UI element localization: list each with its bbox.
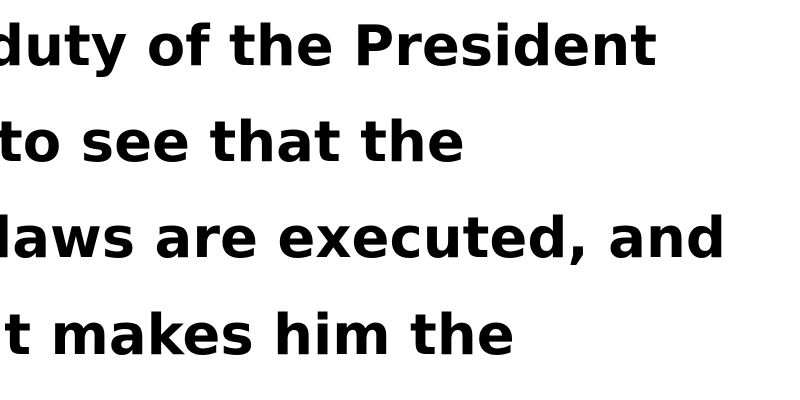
document-page: duty of the President to see that the la… xyxy=(0,0,800,400)
text-line-4: it makes him the xyxy=(0,303,515,368)
text-line-2: to see that the xyxy=(0,110,465,175)
text-line-3: laws are executed, and xyxy=(0,206,726,271)
text-line-1: duty of the President xyxy=(0,14,658,79)
